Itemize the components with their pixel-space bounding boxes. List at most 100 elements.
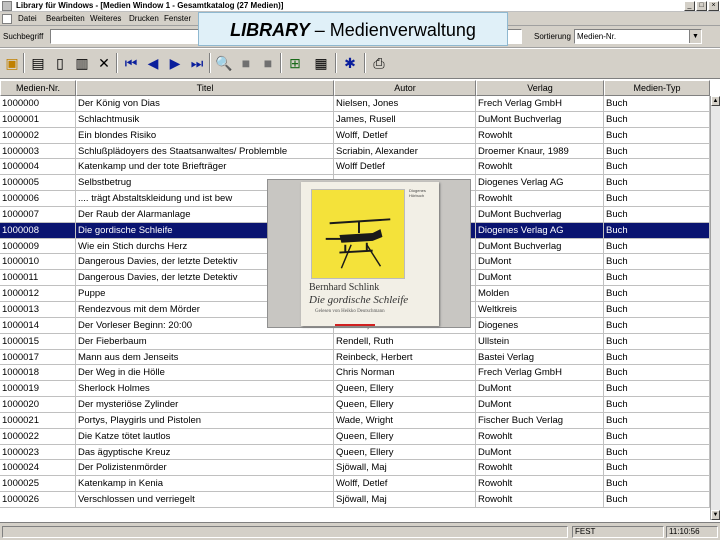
cell-titel: Mann aus dem Jenseits: [76, 349, 334, 365]
scroll-down-icon[interactable]: ▼: [711, 510, 720, 520]
cell-verlag: Rowohlt: [476, 428, 604, 444]
cell-medien-typ: Buch: [604, 349, 710, 365]
cell-medien-nr: 1000022: [0, 428, 76, 444]
cell-verlag: Bastei Verlag: [476, 349, 604, 365]
cell-medien-typ: Buch: [604, 333, 710, 349]
cell-verlag: Weltkreis: [476, 301, 604, 317]
cell-verlag: Frech Verlag GmbH: [476, 365, 604, 381]
next-record-icon[interactable]: ▶: [166, 54, 184, 72]
cell-titel: Schlußplädoyers des Staatsanwaltes/ Prob…: [76, 143, 334, 159]
cell-medien-nr: 1000014: [0, 317, 76, 333]
cell-medien-nr: 1000020: [0, 397, 76, 413]
scroll-up-icon[interactable]: ▲: [711, 96, 720, 106]
document-menu-icon[interactable]: [2, 14, 12, 24]
find-icon[interactable]: 🔍: [215, 54, 233, 72]
network-icon[interactable]: ✱: [341, 54, 359, 72]
cell-autor: Scriabin, Alexander: [334, 143, 476, 159]
cell-medien-nr: 1000007: [0, 206, 76, 222]
properties-icon[interactable]: ▦: [312, 54, 330, 72]
cell-medien-nr: 1000021: [0, 412, 76, 428]
chevron-down-icon[interactable]: ▼: [689, 30, 701, 43]
status-time: 11:10:56: [666, 526, 718, 538]
menu-fenster[interactable]: Fenster: [164, 12, 191, 26]
paste-icon[interactable]: ▥: [73, 54, 91, 72]
column-header-medien-typ[interactable]: Medien-Typ: [604, 80, 710, 96]
table-row[interactable]: 1000022 Die Katze tötet lautlos Queen, Ell…: [0, 428, 710, 445]
cell-medien-nr: 1000003: [0, 143, 76, 159]
cell-verlag: DuMont: [476, 381, 604, 397]
open-folder-icon[interactable]: ▣: [3, 54, 21, 72]
vertical-scrollbar[interactable]: ▲ ▼: [710, 96, 720, 520]
menu-weiteres[interactable]: Weiteres: [90, 12, 121, 26]
column-header-medien-nr[interactable]: Medien-Nr.: [0, 80, 76, 96]
table-row[interactable]: 1000015 Der Fieberbaum Rendell, Ruth Ullste…: [0, 333, 710, 350]
cell-medien-typ: Buch: [604, 428, 710, 444]
table-row[interactable]: 1000025 Katenkamp in Kenia Wolff, Detlef Ro…: [0, 476, 710, 493]
cover-mark: [335, 324, 375, 326]
cell-medien-typ: Buch: [604, 191, 710, 207]
view-gray-1-icon[interactable]: ■: [237, 54, 255, 72]
cell-autor: Sjöwall, Maj: [334, 492, 476, 508]
delete-icon[interactable]: ✕: [95, 54, 113, 72]
column-header-titel[interactable]: Titel: [76, 80, 334, 96]
cell-titel: Verschlossen und verriegelt: [76, 492, 334, 508]
menu-bearbeiten[interactable]: Bearbeiten: [46, 12, 85, 26]
print-icon[interactable]: ⎙: [370, 54, 388, 72]
table-row[interactable]: 1000023 Das ägyptische Kreuz Queen, Ellery…: [0, 444, 710, 461]
cell-medien-nr: 1000026: [0, 492, 76, 508]
table-row[interactable]: 1000021 Portys, Playgirls und Pistolen Wad…: [0, 412, 710, 429]
previous-record-icon[interactable]: ◀: [144, 54, 162, 72]
cell-medien-typ: Buch: [604, 222, 710, 238]
title-bar: Library für Windows - [Medien Window 1 -…: [0, 0, 720, 12]
view-gray-2-icon[interactable]: ■: [259, 54, 277, 72]
table-row[interactable]: 1000001 Schlachtmusik James, Rusell DuMont …: [0, 111, 710, 128]
toolbar-separator: [364, 53, 366, 73]
table-row[interactable]: 1000026 Verschlossen und verriegelt Sjöwal…: [0, 492, 710, 508]
cell-autor: Queen, Ellery: [334, 444, 476, 460]
cell-titel: Portys, Playgirls und Pistolen: [76, 412, 334, 428]
tree-icon[interactable]: ⊞: [286, 54, 304, 72]
table-row[interactable]: 1000000 Der König von Dias Nielsen, Jones F…: [0, 96, 710, 112]
menu-drucken[interactable]: Drucken: [129, 12, 159, 26]
app-icon[interactable]: [2, 1, 12, 11]
table-row[interactable]: 1000003 Schlußplädoyers des Staatsanwalte…: [0, 143, 710, 160]
cell-autor: Wade, Wright: [334, 412, 476, 428]
table-row[interactable]: 1000020 Der mysteriöse Zylinder Queen, Ell…: [0, 397, 710, 413]
minimize-button[interactable]: _: [684, 1, 695, 11]
cell-autor: Rendell, Ruth: [334, 333, 476, 349]
cell-medien-nr: 1000015: [0, 333, 76, 349]
table-row[interactable]: 1000002 Ein blondes Risiko Wolff, Detlef Ro…: [0, 127, 710, 144]
table-row[interactable]: 1000018 Der Weg in die Hölle Chris Norman F…: [0, 365, 710, 382]
cell-medien-typ: Buch: [604, 301, 710, 317]
cell-medien-nr: 1000011: [0, 270, 76, 286]
cell-medien-nr: 1000018: [0, 365, 76, 381]
table-row[interactable]: 1000004 Katenkamp und der tote Briefträge…: [0, 159, 710, 176]
cell-medien-nr: 1000023: [0, 444, 76, 460]
table-row[interactable]: 1000017 Mann aus dem Jenseits Reinbeck, He…: [0, 349, 710, 366]
toolbar-separator: [209, 53, 211, 73]
cell-verlag: DuMont: [476, 397, 604, 413]
maximize-button[interactable]: □: [696, 1, 707, 11]
column-header-verlag[interactable]: Verlag: [476, 80, 604, 96]
cell-autor: Wolff Detlef: [334, 159, 476, 175]
new-record-icon[interactable]: ▤: [29, 54, 47, 72]
new-document-icon[interactable]: ▯: [51, 54, 69, 72]
menu-datei[interactable]: Datei: [18, 12, 37, 26]
cell-medien-typ: Buch: [604, 381, 710, 397]
cell-medien-typ: Buch: [604, 254, 710, 270]
first-record-icon[interactable]: ⏮: [122, 54, 140, 72]
cell-titel: Katenkamp und der tote Briefträger: [76, 159, 334, 175]
cell-medien-typ: Buch: [604, 111, 710, 127]
last-record-icon[interactable]: ⏭: [188, 54, 206, 72]
cell-titel: Der Fieberbaum: [76, 333, 334, 349]
column-header-autor[interactable]: Autor: [334, 80, 476, 96]
close-button[interactable]: ×: [708, 1, 719, 11]
cover-subtitle: Gelesen von Heikko Deutschmann: [315, 309, 385, 314]
cell-autor: Reinbeck, Herbert: [334, 349, 476, 365]
sort-select[interactable]: Medien-Nr. ▼: [574, 29, 702, 44]
cell-verlag: Rowohlt: [476, 127, 604, 143]
table-row[interactable]: 1000024 Der Polizistenmörder Sjöwall, Maj R…: [0, 460, 710, 477]
cell-medien-nr: 1000005: [0, 175, 76, 191]
cell-medien-nr: 1000025: [0, 476, 76, 492]
table-row[interactable]: 1000019 Sherlock Holmes Queen, Ellery DuMon…: [0, 381, 710, 398]
